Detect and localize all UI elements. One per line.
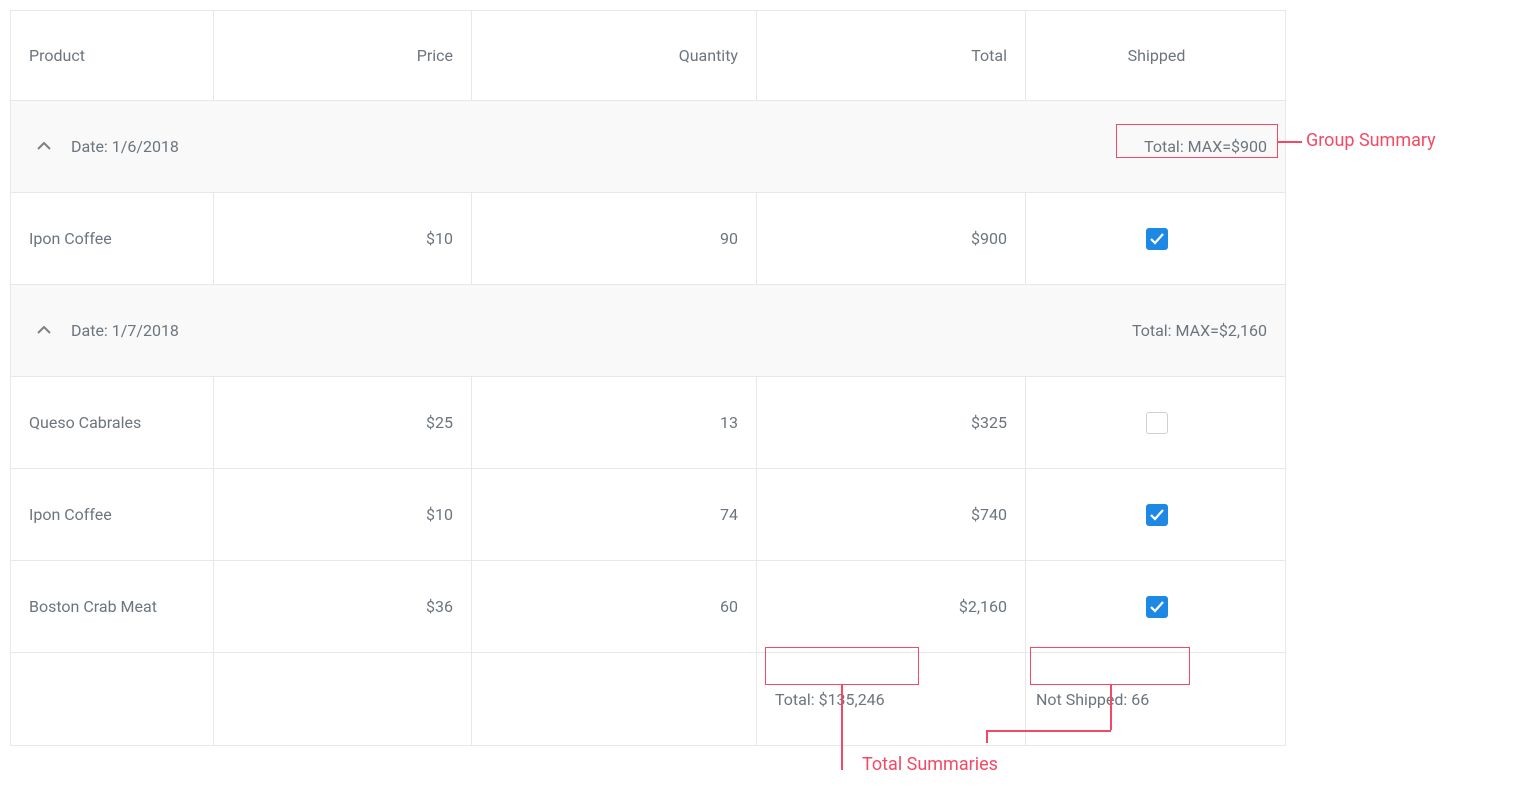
- chevron-up-icon[interactable]: [37, 326, 51, 336]
- cell-product: Queso Cabrales: [11, 377, 214, 468]
- header-label: Quantity: [679, 46, 738, 65]
- cell-shipped: [1026, 377, 1287, 468]
- callout-connector: [986, 730, 1111, 732]
- callout-connector: [986, 730, 988, 743]
- column-header-product[interactable]: Product: [11, 11, 214, 100]
- cell-value: $36: [426, 597, 453, 616]
- header-label: Price: [417, 46, 453, 65]
- cell-value: $2,160: [959, 597, 1007, 616]
- callout-label-total-summaries: Total Summaries: [862, 754, 998, 775]
- table-row: Boston Crab Meat $36 60 $2,160: [11, 561, 1285, 653]
- cell-quantity: 13: [472, 377, 757, 468]
- cell-quantity: 74: [472, 469, 757, 560]
- cell-product: Ipon Coffee: [11, 469, 214, 560]
- shipped-checkbox[interactable]: [1146, 228, 1168, 250]
- footer-total-label: Total: $135,246: [775, 690, 885, 709]
- group-header[interactable]: Date: 1/7/2018 Total: MAX=$2,160: [11, 285, 1285, 377]
- header-label: Total: [971, 46, 1007, 65]
- cell-quantity: 60: [472, 561, 757, 652]
- cell-value: $10: [426, 229, 453, 248]
- data-grid: Product Price Quantity Total Shipped Dat…: [10, 10, 1286, 746]
- shipped-checkbox[interactable]: [1146, 504, 1168, 526]
- header-label: Shipped: [1128, 46, 1186, 65]
- cell-price: $10: [214, 469, 472, 560]
- group-summary: Total: MAX=$2,160: [1132, 321, 1267, 340]
- cell-shipped: [1026, 469, 1287, 560]
- table-row: Queso Cabrales $25 13 $325: [11, 377, 1285, 469]
- table-row: Ipon Coffee $10 90 $900: [11, 193, 1285, 285]
- group-header-left: Date: 1/6/2018: [37, 137, 179, 156]
- column-header-quantity[interactable]: Quantity: [472, 11, 757, 100]
- cell-price: $10: [214, 193, 472, 284]
- column-header-total[interactable]: Total: [757, 11, 1026, 100]
- cell-value: Ipon Coffee: [29, 505, 112, 524]
- cell-value: 13: [720, 413, 738, 432]
- cell-total: $325: [757, 377, 1026, 468]
- cell-value: $900: [971, 229, 1007, 248]
- group-label: Date: 1/7/2018: [71, 321, 179, 340]
- cell-shipped: [1026, 561, 1287, 652]
- callout-connector: [841, 685, 843, 770]
- callout-connector: [1110, 685, 1112, 730]
- group-summary: Total: MAX=$900: [1144, 137, 1267, 156]
- column-header-row: Product Price Quantity Total Shipped: [11, 11, 1285, 101]
- cell-value: $10: [426, 505, 453, 524]
- cell-shipped: [1026, 193, 1287, 284]
- cell-value: Queso Cabrales: [29, 413, 141, 432]
- cell-total: $740: [757, 469, 1026, 560]
- group-header[interactable]: Date: 1/6/2018 Total: MAX=$900: [11, 101, 1285, 193]
- cell-product: Ipon Coffee: [11, 193, 214, 284]
- cell-value: Boston Crab Meat: [29, 597, 157, 616]
- cell-value: Ipon Coffee: [29, 229, 112, 248]
- shipped-checkbox[interactable]: [1146, 596, 1168, 618]
- column-header-shipped[interactable]: Shipped: [1026, 11, 1287, 100]
- cell-product: Boston Crab Meat: [11, 561, 214, 652]
- cell-price: $25: [214, 377, 472, 468]
- cell-total: $2,160: [757, 561, 1026, 652]
- table-row: Ipon Coffee $10 74 $740: [11, 469, 1285, 561]
- group-label: Date: 1/6/2018: [71, 137, 179, 156]
- cell-total: $900: [757, 193, 1026, 284]
- cell-price: $36: [214, 561, 472, 652]
- shipped-checkbox[interactable]: [1146, 412, 1168, 434]
- cell-value: 74: [720, 505, 738, 524]
- cell-value: $740: [971, 505, 1007, 524]
- callout-label-group-summary: Group Summary: [1306, 130, 1436, 151]
- header-label: Product: [29, 46, 85, 65]
- group-header-left: Date: 1/7/2018: [37, 321, 179, 340]
- chevron-up-icon[interactable]: [37, 142, 51, 152]
- cell-value: $25: [426, 413, 453, 432]
- column-header-price[interactable]: Price: [214, 11, 472, 100]
- cell-value: $325: [971, 413, 1007, 432]
- cell-value: 60: [720, 597, 738, 616]
- callout-connector: [1278, 141, 1302, 143]
- footer-not-shipped-label: Not Shipped: 66: [1036, 690, 1149, 709]
- cell-quantity: 90: [472, 193, 757, 284]
- cell-value: 90: [720, 229, 738, 248]
